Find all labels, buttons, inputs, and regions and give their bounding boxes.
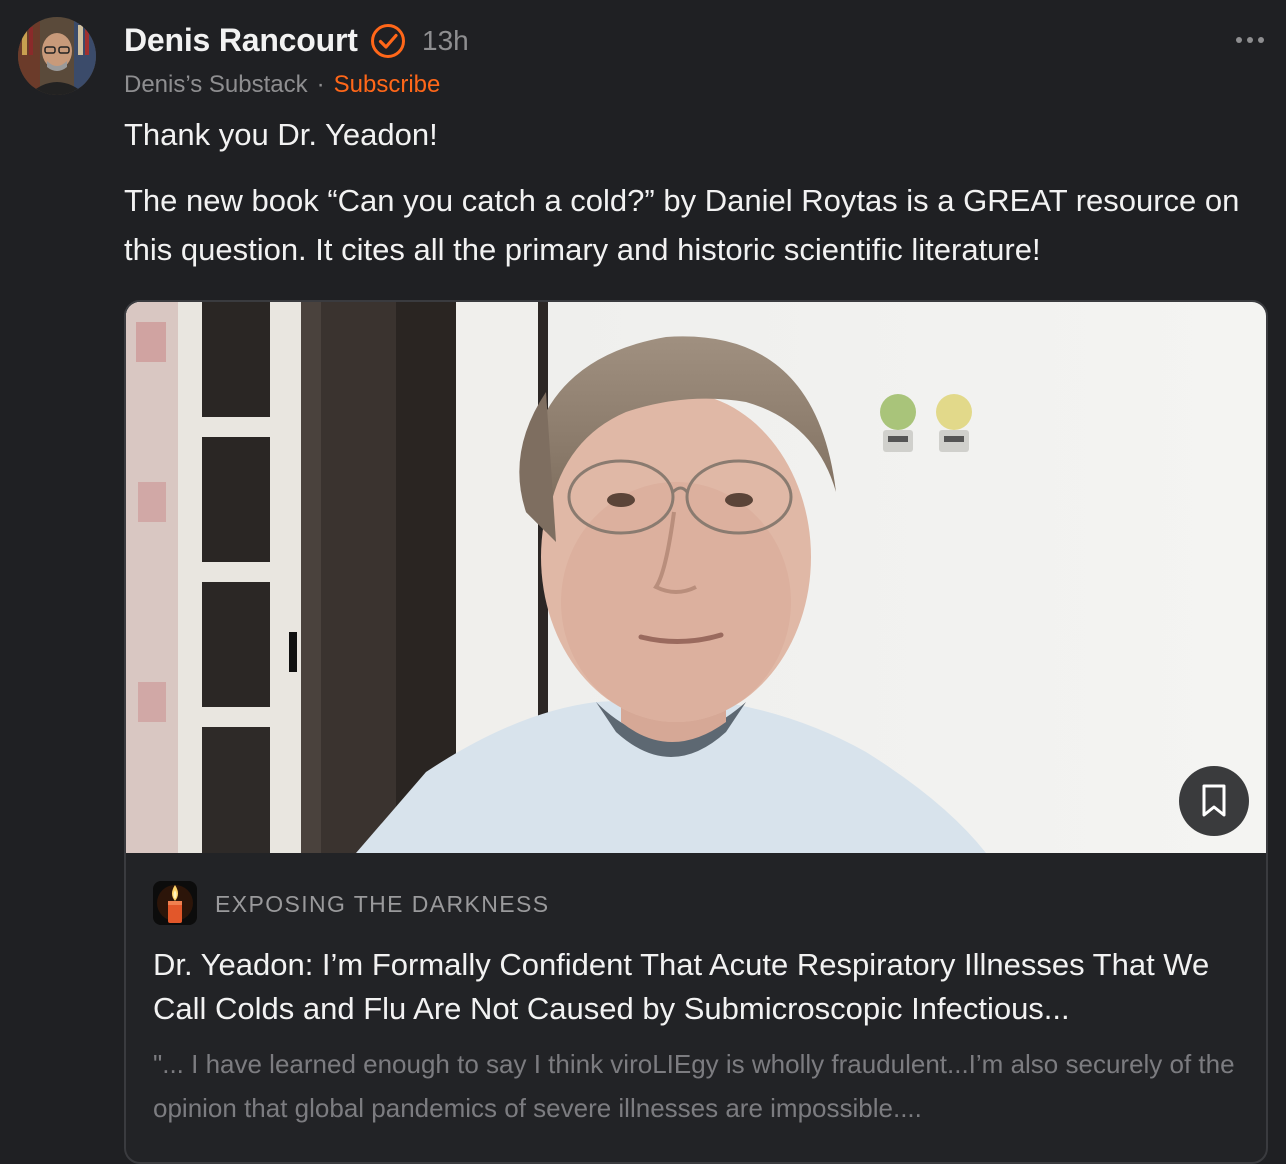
post-timestamp[interactable]: 13h (422, 22, 469, 60)
author-name[interactable]: Denis Rancourt (124, 20, 358, 60)
embedded-post-excerpt: "... I have learned enough to say I thin… (153, 1049, 1235, 1123)
verified-check-icon (369, 22, 407, 60)
author-avatar[interactable] (18, 17, 96, 95)
embedded-post-card[interactable]: EXPOSING THE DARKNESS Dr. Yeadon: I’m Fo… (124, 300, 1268, 1164)
embedded-post-image (126, 302, 1266, 853)
bookmark-button[interactable] (1179, 766, 1249, 836)
post-paragraph-2: The new book “Can you catch a cold?” by … (124, 183, 1240, 267)
post-paragraph-1: Thank you Dr. Yeadon! (124, 117, 438, 152)
separator-dot: · (316, 71, 325, 98)
embedded-post-title[interactable]: Dr. Yeadon: I’m Formally Confident That … (153, 943, 1243, 1031)
embedded-publication-name[interactable]: EXPOSING THE DARKNESS (215, 887, 549, 921)
bookmark-icon (1202, 784, 1226, 817)
subscribe-link[interactable]: Subscribe (334, 71, 441, 98)
more-dots-icon[interactable] (1234, 30, 1268, 50)
publication-line: Denis’s Substack · Subscribe (124, 68, 440, 102)
candle-icon (153, 881, 197, 925)
publication-name[interactable]: Denis’s Substack (124, 71, 308, 98)
